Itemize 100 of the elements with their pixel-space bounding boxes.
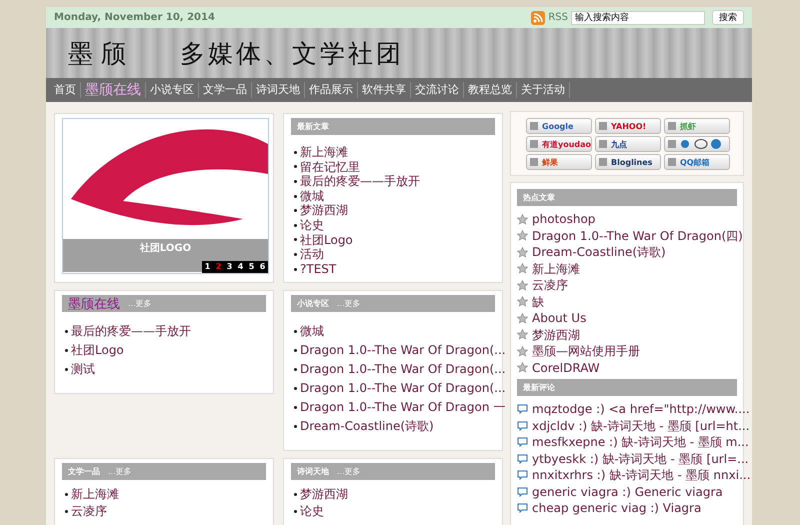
article-link[interactable]: 论史 <box>300 503 324 520</box>
article-link[interactable]: 梦游西湖 <box>300 486 348 503</box>
article-link[interactable]: CorelDRAW <box>532 360 600 376</box>
bookmark-button[interactable]: Bloglines <box>595 154 661 170</box>
comment-link[interactable]: mesfkxepne :) 缺-诗词天地 - 墨颀 m... <box>532 434 749 450</box>
bullet-icon <box>65 349 68 352</box>
slide-page-button[interactable]: 5 <box>246 261 257 273</box>
slide-page-button[interactable]: 2 <box>213 261 224 273</box>
bookmark-button[interactable]: 鲜果 <box>526 154 592 170</box>
article-link[interactable]: 梦游西湖 <box>532 326 580 343</box>
nav-item[interactable]: 小说专区 <box>146 82 199 98</box>
nav-item[interactable]: 诗词天地 <box>252 82 305 98</box>
article-link[interactable]: Dream-Coastline(诗歌) <box>300 417 434 436</box>
article-link[interactable]: 留在记忆里 <box>300 160 360 174</box>
comment-link[interactable]: mqztodge :) <a href="http://www.... <box>532 401 750 418</box>
article-link[interactable]: Dragon 1.0--The War Of Dragon(... <box>300 379 506 398</box>
article-link[interactable]: Dream-Coastline(诗歌) <box>532 244 666 260</box>
comment-link[interactable]: ytbyeskk :) 缺-诗词天地 - 墨颀 [url=... <box>532 450 749 467</box>
bullet-icon <box>294 180 297 183</box>
slide-page-button[interactable]: 1 <box>202 261 213 273</box>
article-link[interactable]: Dragon 1.0--The War Of Dragon(... <box>300 360 506 379</box>
bullet-icon <box>294 224 297 227</box>
article-link[interactable]: 活动 <box>300 247 324 262</box>
article-link[interactable]: 最后的疼爱——手放开 <box>71 322 191 341</box>
star-icon <box>517 312 528 324</box>
nav-item[interactable]: 软件共享 <box>358 82 411 98</box>
bullet-icon <box>65 330 68 333</box>
bullet-icon <box>294 349 297 352</box>
star-icon <box>517 214 528 225</box>
article-link[interactable]: 测试 <box>71 360 95 379</box>
bullet-icon <box>65 493 68 496</box>
comment-link[interactable]: cheap generic viag :) Viagra <box>532 500 702 516</box>
article-link[interactable]: 新上海滩 <box>532 260 580 277</box>
bullet-icon <box>294 209 297 212</box>
site-subtitle: 多媒体、文学社团 <box>180 38 404 70</box>
date-text: Monday, November 10, 2014 <box>54 12 215 23</box>
article-link[interactable]: 云凌序 <box>532 277 568 294</box>
nav-item[interactable]: 关于活动 <box>517 82 570 98</box>
bullet-icon <box>294 330 297 333</box>
comment-icon <box>517 486 528 497</box>
rss-icon <box>531 10 546 24</box>
slide-page-button[interactable]: 4 <box>235 261 246 273</box>
bookmark-button[interactable]: 九点 <box>595 136 661 152</box>
bullet-icon <box>294 165 297 168</box>
article-link[interactable]: Dragon 1.0--The War Of Dragon(... <box>300 341 506 360</box>
article-link[interactable]: 社团Logo <box>71 341 124 360</box>
article-link[interactable]: 新上海滩 <box>71 486 119 503</box>
bookmark-button[interactable] <box>664 136 730 152</box>
comment-icon <box>517 404 528 414</box>
article-link[interactable]: photoshop <box>532 211 596 228</box>
star-icon <box>517 296 528 308</box>
nav-item[interactable]: 文学一品 <box>199 82 252 98</box>
article-link[interactable]: Dragon 1.0--The War Of Dragon 一 <box>300 398 506 417</box>
article-link[interactable]: 云凌序 <box>71 503 107 520</box>
comment-icon <box>517 454 528 464</box>
bullet-icon <box>294 368 297 371</box>
bullet-icon <box>294 510 297 513</box>
article-link[interactable]: 墨颀—网站使用手册 <box>532 343 640 360</box>
bullet-icon <box>65 510 68 513</box>
slide-page-button[interactable]: 3 <box>224 261 235 273</box>
article-link[interactable]: 缺 <box>532 294 544 310</box>
panel-title: 墨颀在线 <box>68 296 120 312</box>
bookmark-button[interactable]: Google <box>526 118 592 134</box>
article-link[interactable]: 微城 <box>300 188 324 204</box>
panel-title: 诗词天地 <box>297 466 329 477</box>
comment-link[interactable]: generic viagra :) Generic viagra <box>532 484 723 500</box>
article-link[interactable]: 新上海滩 <box>300 145 348 160</box>
comment-icon <box>517 470 528 480</box>
article-link[interactable]: 梦游西湖 <box>300 203 348 218</box>
panel-title: 小说专区 <box>297 298 329 309</box>
slide-page-button[interactable]: 6 <box>257 261 268 273</box>
article-link[interactable]: Dragon 1.0--The War Of Dragon(四) <box>532 228 743 244</box>
comment-icon <box>517 503 528 514</box>
bullet-icon <box>65 368 68 371</box>
article-link[interactable]: 微城 <box>300 322 324 341</box>
article-link[interactable]: ?TEST <box>300 262 336 276</box>
article-link[interactable]: 社团Logo <box>300 232 353 248</box>
comment-icon <box>517 420 528 431</box>
article-link[interactable]: 论史 <box>300 218 324 233</box>
bullet-icon <box>294 387 297 390</box>
bullet-icon <box>294 268 297 271</box>
comment-link[interactable]: nnxitxrhrs :) 缺-诗词天地 - 墨颀 nnxi... <box>532 467 751 484</box>
bullet-icon <box>294 252 297 256</box>
article-link[interactable]: 最后的疼爱——手放开 <box>300 174 420 189</box>
article-link[interactable]: About Us <box>532 310 586 326</box>
bullet-icon <box>294 406 297 409</box>
nav-item[interactable]: 交流讨论 <box>411 82 464 98</box>
comment-link[interactable]: xdjcldv :) 缺-诗词天地 - 墨颀 [url=ht... <box>532 418 750 434</box>
rss-label[interactable]: RSS <box>548 12 568 23</box>
bookmark-button[interactable]: QQ邮箱 <box>664 154 730 170</box>
star-icon <box>517 329 528 340</box>
nav-item[interactable]: 作品展示 <box>305 82 358 98</box>
bookmark-button[interactable]: 有道youdao <box>526 136 592 152</box>
star-icon <box>517 280 528 291</box>
search-field[interactable]: 输入搜索内容 <box>571 10 705 24</box>
bookmark-button[interactable]: YAHOO! <box>595 118 661 134</box>
nav-item[interactable]: 首页 <box>50 82 81 98</box>
star-icon <box>517 246 528 258</box>
search-button[interactable]: 搜索 <box>712 10 744 25</box>
nav-item[interactable]: 教程总览 <box>464 82 517 98</box>
